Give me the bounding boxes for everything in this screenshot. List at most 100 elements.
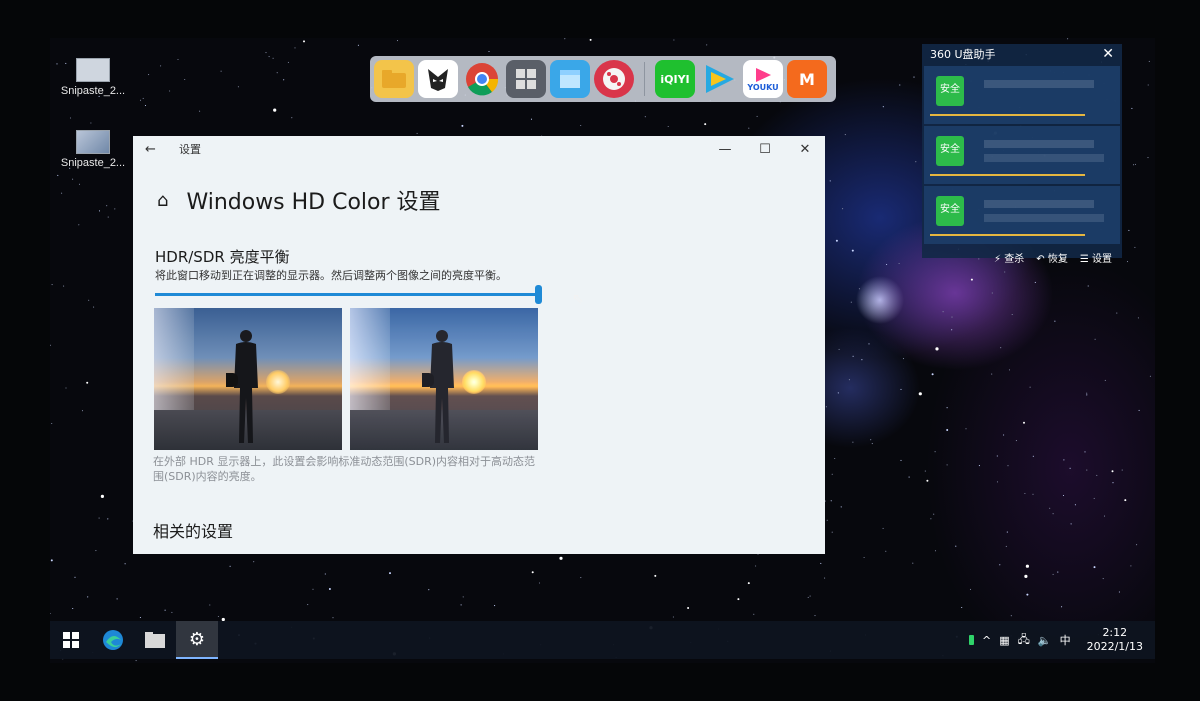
usb-drive-item[interactable]: 安全 xyxy=(924,186,1120,244)
star xyxy=(273,108,277,112)
usb-drive-item[interactable]: 安全 xyxy=(924,126,1120,184)
star xyxy=(184,78,186,81)
close-button[interactable]: ✕ xyxy=(785,142,825,157)
clock-date: 2022/1/13 xyxy=(1086,640,1143,653)
star xyxy=(1134,163,1136,165)
foxmail-icon[interactable] xyxy=(418,60,458,98)
edge-browser-icon[interactable] xyxy=(92,621,134,659)
star xyxy=(1067,38,1069,40)
star xyxy=(1094,338,1096,340)
home-icon[interactable]: ⌂ xyxy=(157,190,168,211)
clock[interactable]: 2:12 2022/1/13 xyxy=(1087,626,1143,654)
star xyxy=(1132,164,1135,166)
section-description: 将此窗口移动到正在调整的显示器。然后调整两个图像之间的亮度平衡。 xyxy=(155,269,507,282)
battery-icon[interactable] xyxy=(969,635,974,645)
star xyxy=(930,518,932,520)
star xyxy=(1000,347,1002,349)
star xyxy=(1087,285,1089,287)
star xyxy=(1070,523,1072,525)
star xyxy=(98,517,100,519)
star xyxy=(840,506,842,508)
star xyxy=(1086,392,1088,394)
iqiyi-icon[interactable]: iQIYI xyxy=(655,60,695,98)
star xyxy=(416,132,418,134)
star xyxy=(870,439,872,441)
star xyxy=(748,127,750,129)
star xyxy=(852,441,854,443)
restore-button[interactable]: ↶ 恢复 xyxy=(1036,250,1068,265)
star xyxy=(1074,504,1076,506)
star xyxy=(673,39,675,41)
slider-thumb[interactable] xyxy=(535,285,542,304)
star xyxy=(1023,421,1025,424)
media-player-icon[interactable] xyxy=(594,60,634,98)
star xyxy=(1011,313,1013,316)
star xyxy=(835,239,838,242)
star xyxy=(899,84,901,86)
star xyxy=(834,457,836,460)
desktop-icon-snipaste-2[interactable]: Snipaste_2... xyxy=(53,130,133,169)
file-explorer-icon[interactable] xyxy=(134,621,176,659)
star xyxy=(107,216,109,218)
mouse-cursor-icon: ⇖ xyxy=(572,291,584,307)
star xyxy=(50,559,53,562)
maximize-button[interactable]: ☐ xyxy=(745,142,785,157)
desktop-icon-snipaste-1[interactable]: Snipaste_2... xyxy=(53,58,133,97)
usb-drive-item[interactable]: 安全 xyxy=(924,66,1120,124)
star xyxy=(357,44,359,46)
windows-store-icon[interactable] xyxy=(506,60,546,98)
star xyxy=(177,58,179,61)
back-arrow-icon[interactable]: ← xyxy=(145,142,179,157)
star xyxy=(852,355,854,357)
mango-tv-icon[interactable]: M xyxy=(787,60,827,98)
star xyxy=(139,616,141,619)
tencent-video-icon[interactable] xyxy=(699,60,739,98)
scan-button[interactable]: ⚡ 查杀 xyxy=(994,250,1024,265)
usb-assistant-panel: 360 U盘助手 ✕ 安全 安全 安全 ⚡ 查杀 ↶ 恢复 ☰ 设置 xyxy=(922,44,1122,265)
star xyxy=(933,513,935,515)
brightness-balance-slider[interactable] xyxy=(155,285,542,304)
clock-time: 2:12 xyxy=(1102,626,1128,639)
folder-icon[interactable] xyxy=(374,60,414,98)
close-icon[interactable]: ✕ xyxy=(1102,46,1114,62)
star xyxy=(124,563,126,565)
package-icon[interactable] xyxy=(550,60,590,98)
star xyxy=(1111,470,1114,473)
star xyxy=(461,124,464,127)
list-icon: ☰ xyxy=(1079,253,1089,265)
star xyxy=(863,556,865,559)
star xyxy=(913,76,915,78)
settings-button[interactable]: ☰ 设置 xyxy=(1080,250,1112,265)
star xyxy=(1103,515,1106,517)
chrome-icon[interactable] xyxy=(462,60,502,98)
star xyxy=(1026,593,1029,596)
volume-icon[interactable]: 🔈 xyxy=(1038,634,1052,647)
star xyxy=(1084,451,1086,453)
star xyxy=(831,473,833,475)
minimize-button[interactable]: — xyxy=(705,142,745,157)
star xyxy=(1148,60,1150,62)
star xyxy=(1121,469,1123,471)
youku-icon[interactable]: YOUKU xyxy=(743,60,783,98)
star xyxy=(942,311,944,313)
chevron-up-icon[interactable]: ^ xyxy=(982,634,991,647)
input-method-indicator[interactable]: 中 xyxy=(1060,632,1071,648)
star xyxy=(946,407,948,409)
star xyxy=(1096,474,1098,476)
star xyxy=(389,572,391,575)
windows-grid-icon[interactable]: ▦ xyxy=(999,634,1009,647)
star xyxy=(287,61,289,63)
settings-taskbar-icon[interactable]: ⚙ xyxy=(176,621,218,659)
star xyxy=(220,70,222,72)
start-button[interactable] xyxy=(50,621,92,659)
star xyxy=(51,284,53,286)
star xyxy=(931,373,934,376)
star xyxy=(135,660,137,662)
window-title: 设置 xyxy=(179,143,201,156)
network-icon[interactable]: 🖧 xyxy=(1018,631,1030,650)
star xyxy=(955,545,957,547)
star xyxy=(753,613,755,615)
star xyxy=(991,292,993,294)
star xyxy=(1032,455,1034,457)
star xyxy=(965,428,967,430)
